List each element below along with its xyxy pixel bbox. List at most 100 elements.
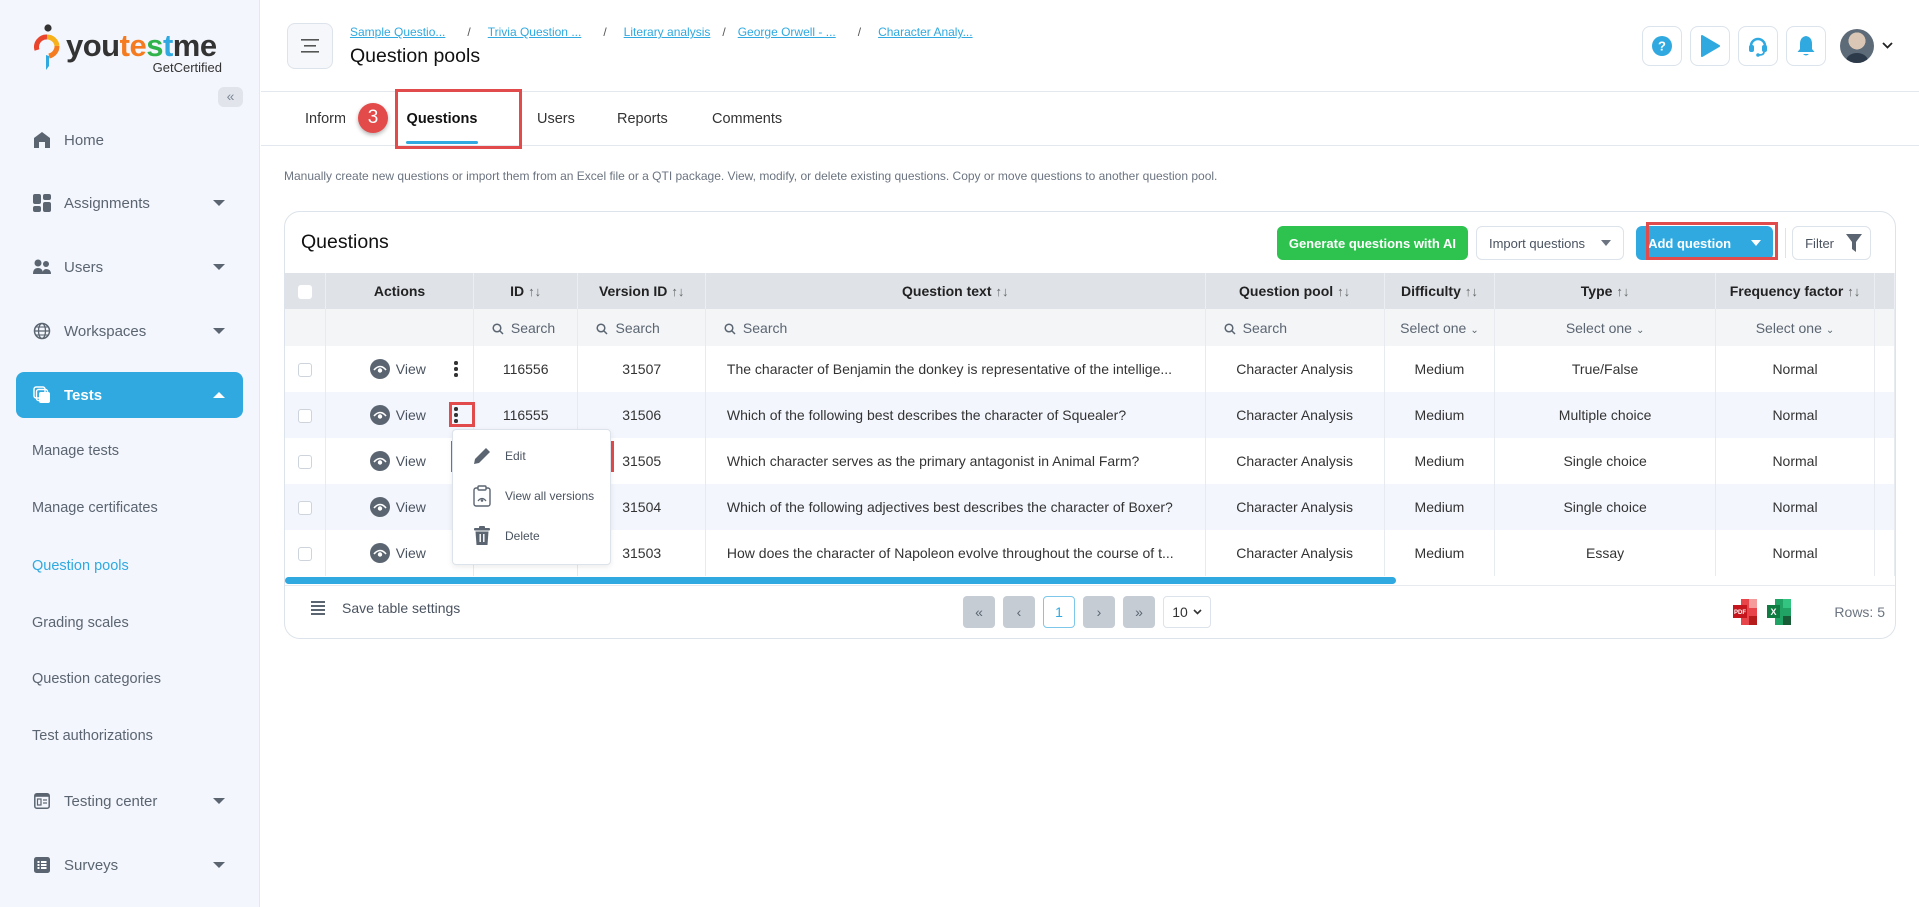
sidebar-subitem-question-categories[interactable]: Question categories: [32, 671, 161, 687]
row-checkbox[interactable]: [298, 455, 313, 470]
generate-ai-button[interactable]: Generate questions with AI: [1276, 226, 1468, 260]
breadcrumb-item[interactable]: Literary analysis: [624, 25, 711, 39]
filter-cell-empty: [325, 309, 474, 346]
column-header-question-pool[interactable]: Question pool ↑↓: [1205, 273, 1385, 309]
page-size-select[interactable]: 10: [1163, 596, 1211, 628]
top-header: Sample Questio... / Trivia Question ... …: [261, 0, 1919, 92]
view-button[interactable]: View: [369, 359, 426, 379]
play-tutorial-button[interactable]: [1690, 26, 1730, 66]
column-header-question-text[interactable]: Question text ↑↓: [705, 273, 1206, 309]
frequency-factor-cell: Normal: [1715, 530, 1876, 576]
sort-icon[interactable]: ↑↓: [1847, 284, 1860, 299]
select-all-checkbox[interactable]: [298, 285, 313, 300]
menu-item-view-all-versions[interactable]: View all versions: [453, 478, 610, 514]
tab-reports[interactable]: Reports: [617, 92, 668, 146]
sidebar-subitem-grading-scales[interactable]: Grading scales: [32, 615, 129, 631]
sidebar-item-assignments[interactable]: Assignments: [16, 180, 243, 226]
sidebar-item-testing-center[interactable]: Testing center: [16, 778, 243, 824]
view-button[interactable]: View: [369, 543, 426, 563]
sidebar-subitem-manage-certificates[interactable]: Manage certificates: [32, 500, 158, 516]
sort-icon[interactable]: ↑↓: [1616, 284, 1629, 299]
id-search-input[interactable]: Search: [473, 309, 579, 346]
type-select[interactable]: Select one ⌄: [1494, 309, 1716, 346]
breadcrumb-item[interactable]: Trivia Question ...: [488, 25, 582, 39]
sort-icon[interactable]: ↑↓: [1337, 284, 1350, 299]
column-header-extra: [1874, 273, 1895, 309]
question-text-cell[interactable]: The character of Benjamin the donkey is …: [705, 346, 1206, 392]
row-checkbox[interactable]: [298, 363, 313, 378]
column-header-difficulty[interactable]: Difficulty ↑↓: [1384, 273, 1496, 309]
add-question-button[interactable]: Add question: [1636, 226, 1774, 260]
question-text-cell[interactable]: Which character serves as the primary an…: [705, 438, 1206, 484]
sort-icon[interactable]: ↑↓: [1465, 284, 1478, 299]
collapse-sidebar-button[interactable]: «: [218, 87, 243, 107]
column-header-actions: Actions: [325, 273, 474, 309]
extra-cell: [1874, 392, 1895, 438]
row-checkbox[interactable]: [298, 409, 313, 424]
column-header-frequency-factor[interactable]: Frequency factor ↑↓: [1715, 273, 1876, 309]
sidebar-item-workspaces[interactable]: Workspaces: [16, 308, 243, 354]
next-page-button[interactable]: ›: [1083, 596, 1115, 628]
page-title: Question pools: [350, 45, 481, 67]
view-button[interactable]: View: [369, 497, 426, 517]
question-text-cell[interactable]: Which of the following adjectives best d…: [705, 484, 1206, 530]
chevron-down-icon[interactable]: [1882, 40, 1893, 52]
view-button[interactable]: View: [369, 405, 426, 425]
breadcrumb-item[interactable]: Character Analy...: [878, 25, 973, 39]
tab-questions[interactable]: Questions: [406, 92, 478, 146]
menu-item-delete[interactable]: Delete: [453, 518, 610, 554]
sidebar-item-surveys[interactable]: Surveys: [16, 842, 243, 888]
tab-comments[interactable]: Comments: [712, 92, 782, 146]
column-header-type[interactable]: Type ↑↓: [1494, 273, 1716, 309]
question-text-cell[interactable]: Which of the following best describes th…: [705, 392, 1206, 438]
previous-page-button[interactable]: ‹: [1003, 596, 1035, 628]
logo[interactable]: youtestme GetCertified: [34, 24, 234, 76]
tab-users[interactable]: Users: [537, 92, 575, 146]
frequency-factor-select[interactable]: Select one ⌄: [1715, 309, 1876, 346]
current-page-button[interactable]: 1: [1043, 596, 1075, 628]
column-header-version-id[interactable]: Version ID ↑↓: [577, 273, 706, 309]
breadcrumb-item[interactable]: Sample Questio...: [350, 25, 445, 39]
question-text-cell[interactable]: How does the character of Napoleon evolv…: [705, 530, 1206, 576]
frequency-factor-cell: Normal: [1715, 484, 1876, 530]
sidebar-subitem-test-authorizations[interactable]: Test authorizations: [32, 728, 153, 744]
table-header-row: Actions ID ↑↓ Version ID ↑↓ Question text ↑…: [285, 273, 1895, 309]
breadcrumb-item[interactable]: George Orwell - ...: [738, 25, 836, 39]
sort-icon[interactable]: ↑↓: [996, 284, 1009, 299]
sidebar-item-home[interactable]: Home: [16, 117, 243, 163]
view-button[interactable]: View: [369, 451, 426, 471]
breadcrumb-separator: /: [722, 25, 726, 39]
chevron-down-icon: [1193, 609, 1202, 615]
last-page-button[interactable]: »: [1123, 596, 1155, 628]
type-cell: Single choice: [1494, 484, 1716, 530]
sidebar-subitem-question-pools[interactable]: Question pools: [32, 558, 129, 574]
notifications-button[interactable]: [1786, 26, 1826, 66]
question-text-search-input[interactable]: Search: [705, 309, 1206, 346]
first-page-button[interactable]: «: [963, 596, 995, 628]
excel-export-icon[interactable]: X: [1767, 599, 1791, 625]
more-actions-button[interactable]: [445, 356, 467, 382]
select-all-cell: [285, 273, 327, 309]
more-actions-button[interactable]: [445, 402, 467, 428]
sidebar-item-users[interactable]: Users: [16, 244, 243, 290]
user-avatar[interactable]: [1840, 29, 1874, 63]
sort-icon[interactable]: ↑↓: [528, 284, 541, 299]
save-table-settings-button[interactable]: Save table settings: [311, 600, 460, 616]
menu-item-edit[interactable]: Edit: [453, 438, 610, 474]
row-checkbox[interactable]: [298, 547, 313, 562]
horizontal-scrollbar[interactable]: [285, 577, 1396, 584]
help-button[interactable]: ?: [1642, 26, 1682, 66]
difficulty-select[interactable]: Select one ⌄: [1384, 309, 1496, 346]
import-questions-button[interactable]: Import questions: [1475, 226, 1625, 260]
version-id-search-input[interactable]: Search: [577, 309, 706, 346]
sort-icon[interactable]: ↑↓: [671, 284, 684, 299]
row-checkbox[interactable]: [298, 501, 313, 516]
pdf-export-icon[interactable]: PDF: [1733, 599, 1757, 625]
menu-toggle-button[interactable]: [287, 23, 333, 69]
question-pool-search-input[interactable]: Search: [1205, 309, 1385, 346]
sidebar-item-tests[interactable]: Tests: [16, 372, 243, 418]
sidebar-subitem-manage-tests[interactable]: Manage tests: [32, 443, 119, 459]
column-header-id[interactable]: ID ↑↓: [473, 273, 579, 309]
filter-button[interactable]: Filter: [1792, 226, 1871, 260]
support-button[interactable]: [1738, 26, 1778, 66]
